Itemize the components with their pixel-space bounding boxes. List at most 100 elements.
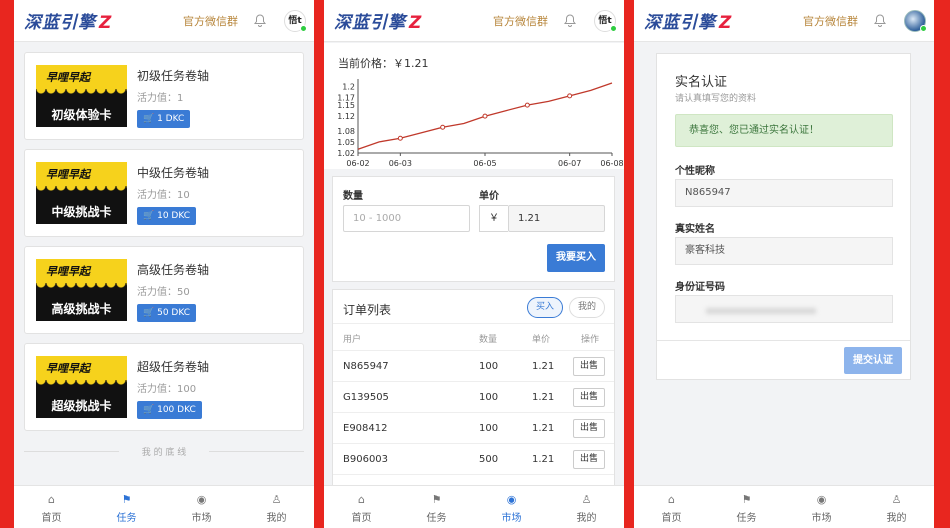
task-icon: ⚑	[121, 493, 132, 506]
task-title: 高级任务卷轴	[137, 263, 210, 277]
price-panel: 当前价格：￥1.21 1.2 1.17 1.15 1.12 1.08 1.05 1.02 06…	[324, 43, 624, 169]
task-thumbnail: 早哩早起 初级体验卡	[36, 65, 127, 127]
task-title: 初级任务卷轴	[137, 69, 210, 83]
online-dot	[920, 25, 927, 32]
nav-home[interactable]: ⌂ 首页	[634, 486, 709, 528]
qty-label: 数量	[343, 191, 363, 202]
task-title: 超级任务卷轴	[137, 360, 210, 374]
qty-input[interactable]: 10 - 1000	[343, 205, 470, 232]
sell-button[interactable]: 出售	[573, 357, 605, 376]
task-icon: ⚑	[741, 493, 752, 506]
home-icon: ⌂	[668, 493, 675, 506]
market-icon: ◉	[196, 493, 207, 506]
nav-market[interactable]: ◉ 市场	[784, 486, 859, 528]
y-tick-label: 1.2	[342, 83, 355, 92]
realname-field[interactable]: 豪客科技	[675, 237, 893, 265]
order-list: 订单列表 买入 我的 用户 数量 单价 操作 N865947 100 1.21 …	[332, 289, 615, 489]
tasks-screen: 深蓝引擎 Z 官方微信群 悟t 早哩早起 初级体验卡 初级任务卷轴 活力值：1 🛒 …	[14, 0, 314, 528]
wechat-group-link[interactable]: 官方微信群	[803, 13, 858, 29]
nav-tasks[interactable]: ⚑ 任务	[709, 486, 784, 528]
nav-tasks[interactable]: ⚑ 任务	[399, 486, 474, 528]
task-card[interactable]: 早哩早起 超级挑战卡 超级任务卷轴 活力值：100 🛒 100 DKC	[24, 343, 304, 431]
market-icon: ◉	[816, 493, 827, 506]
user-icon: ♙	[891, 493, 902, 506]
nav-mine[interactable]: ♙ 我的	[859, 486, 934, 528]
bottom-nav: ⌂ 首页 ⚑ 任务 ◉ 市场 ♙ 我的	[634, 485, 934, 528]
task-thumbnail: 早哩早起 超级挑战卡	[36, 356, 127, 418]
submit-button[interactable]: 提交认证	[844, 347, 902, 374]
nav-home[interactable]: ⌂ 首页	[324, 486, 399, 528]
cart-icon: 🛒	[143, 114, 155, 124]
bell-icon[interactable]	[254, 14, 266, 27]
wechat-group-link[interactable]: 官方微信群	[183, 13, 238, 29]
buy-task-button[interactable]: 🛒 100 DKC	[137, 401, 202, 419]
sell-button[interactable]: 出售	[573, 388, 605, 407]
price-point	[567, 93, 573, 99]
bottom-nav: ⌂ 首页 ⚑ 任务 ◉ 市场 ♙ 我的	[14, 485, 314, 528]
buy-task-button[interactable]: 🛒 50 DKC	[137, 304, 197, 322]
buy-form: 数量 10 - 1000 单价 ￥ 1.21 我要买入	[332, 176, 615, 282]
home-icon: ⌂	[48, 493, 55, 506]
sell-button[interactable]: 出售	[573, 419, 605, 438]
user-icon: ♙	[271, 493, 282, 506]
x-tick-label: 06-07	[558, 159, 581, 168]
bottom-line-text: 我 的 底 线	[24, 445, 304, 458]
price-point	[397, 135, 403, 141]
top-bar: 深蓝引擎 Z 官方微信群 悟t	[324, 0, 624, 42]
x-tick-label: 06-02	[346, 159, 369, 168]
task-vitality: 活力值：1	[137, 93, 184, 104]
task-vitality: 活力值：10	[137, 190, 190, 201]
cart-icon: 🛒	[143, 308, 155, 318]
avatar[interactable]: 悟t	[284, 10, 307, 32]
y-tick-label: 1.12	[337, 112, 355, 121]
price-point	[524, 102, 530, 108]
task-card[interactable]: 早哩早起 初级体验卡 初级任务卷轴 活力值：1 🛒 1 DKC	[24, 52, 304, 140]
x-tick-label: 06-08	[600, 159, 623, 168]
brand-logo[interactable]: 深蓝引擎 Z	[644, 8, 732, 33]
avatar[interactable]: 悟t	[594, 10, 617, 32]
tab-buy[interactable]: 买入	[527, 297, 564, 318]
redacted-id	[706, 308, 816, 314]
price-point	[482, 113, 488, 119]
nav-mine[interactable]: ♙ 我的	[549, 486, 624, 528]
tab-mine[interactable]: 我的	[569, 297, 606, 318]
table-header: 用户 数量 单价 操作	[333, 324, 614, 351]
y-tick-label: 1.05	[337, 138, 355, 147]
task-thumbnail: 早哩早起 高级挑战卡	[36, 259, 127, 321]
wechat-group-link[interactable]: 官方微信群	[493, 13, 548, 29]
task-vitality: 活力值：50	[137, 287, 190, 298]
task-icon: ⚑	[431, 493, 442, 506]
task-card[interactable]: 早哩早起 高级挑战卡 高级任务卷轴 活力值：50 🛒 50 DKC	[24, 246, 304, 334]
buy-task-button[interactable]: 🛒 10 DKC	[137, 207, 197, 225]
nav-home[interactable]: ⌂ 首页	[14, 486, 89, 528]
order-list-header: 订单列表 买入 我的	[333, 290, 614, 324]
nickname-field[interactable]: N865947	[675, 179, 893, 207]
price-chart: 1.21.171.151.121.081.051.0206-02 06-03 06-…	[337, 79, 624, 168]
avatar[interactable]	[904, 10, 927, 32]
brand-logo[interactable]: 深蓝引擎 Z	[24, 8, 112, 33]
unit-price-label: 单价	[479, 191, 499, 202]
buy-task-button[interactable]: 🛒 1 DKC	[137, 110, 191, 128]
sell-button[interactable]: 出售	[573, 450, 605, 469]
nickname-label: 个性昵称	[675, 166, 715, 177]
buy-button[interactable]: 我要买入	[547, 244, 605, 272]
page-title: 实名认证	[675, 75, 728, 90]
y-tick-label: 1.08	[337, 127, 355, 136]
id-number-field[interactable]	[675, 295, 893, 323]
brand-logo[interactable]: 深蓝引擎 Z	[334, 8, 422, 33]
bell-icon[interactable]	[874, 14, 886, 27]
nav-tasks[interactable]: ⚑ 任务	[89, 486, 164, 528]
bell-icon[interactable]	[564, 14, 576, 27]
table-row: B906003 500 1.21 出售	[333, 444, 614, 475]
unit-price-input[interactable]: 1.21	[508, 205, 605, 232]
page-subtitle: 请认真填写您的资料	[675, 94, 757, 104]
nav-mine[interactable]: ♙ 我的	[239, 486, 314, 528]
nav-market[interactable]: ◉ 市场	[474, 486, 549, 528]
task-card[interactable]: 早哩早起 中级挑战卡 中级任务卷轴 活力值：10 🛒 10 DKC	[24, 149, 304, 237]
task-thumbnail: 早哩早起 中级挑战卡	[36, 162, 127, 224]
y-tick-label: 1.02	[337, 149, 355, 158]
realname-screen: 深蓝引擎 Z 官方微信群 实名认证 请认真填写您的资料 恭喜您、您已通过实名认证！…	[634, 0, 934, 528]
y-tick-label: 1.15	[337, 101, 355, 110]
user-icon: ♙	[581, 493, 592, 506]
nav-market[interactable]: ◉ 市场	[164, 486, 239, 528]
